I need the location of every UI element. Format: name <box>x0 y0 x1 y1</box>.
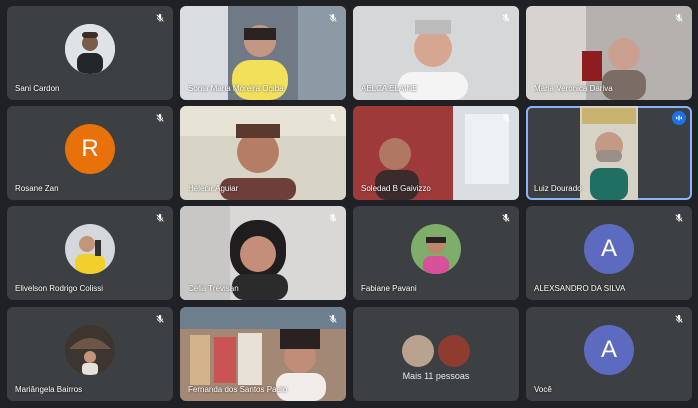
participant-tile-sani-cardon[interactable]: Sani Cardon <box>7 6 173 100</box>
participant-tile-rosane-zan[interactable]: R Rosane Zan <box>7 106 173 200</box>
participant-tile-helenir-aguiar[interactable]: Helenir Aguiar <box>180 106 346 200</box>
participant-name: Mariângela Bairros <box>15 385 83 394</box>
participant-name: Luiz Dourado <box>534 184 582 193</box>
avatar: R <box>65 124 115 175</box>
participant-name: Rosane Zan <box>15 184 59 193</box>
participant-name: Fabiane Pavani <box>361 284 417 293</box>
mic-off-icon <box>499 11 513 25</box>
mic-off-icon <box>672 312 686 326</box>
mic-off-icon <box>153 111 167 125</box>
participant-tile-elivelson-rodrigo-colissi[interactable]: Elivelson Rodrigo Colissi <box>7 206 173 300</box>
mic-off-icon <box>672 11 686 25</box>
avatar <box>438 335 470 368</box>
more-participants-avatars <box>402 335 470 368</box>
participant-tile-maria-veronica-dariva[interactable]: Maria Veronica Dariva <box>526 6 692 100</box>
participant-name: Celia Trevisan <box>188 284 239 293</box>
avatar: A <box>584 224 634 275</box>
mic-off-icon <box>499 211 513 225</box>
participant-tile-luiz-dourado[interactable]: Luiz Dourado <box>526 106 692 200</box>
avatar <box>65 325 115 376</box>
participant-name: AELCA ELAINE <box>361 84 418 93</box>
participant-name: Fernanda dos Santos Paulo <box>188 385 288 394</box>
mic-off-icon <box>499 111 513 125</box>
mic-off-icon <box>153 211 167 225</box>
participant-tile-mariangela-bairros[interactable]: Mariângela Bairros <box>7 307 173 401</box>
mic-off-icon <box>153 312 167 326</box>
avatar: A <box>584 325 634 376</box>
participant-tile-soledad-b-gaivizzo[interactable]: Soledad B Gaivizzo <box>353 106 519 200</box>
mic-off-icon <box>326 11 340 25</box>
mic-off-icon <box>326 312 340 326</box>
participant-name: Você <box>534 385 552 394</box>
mic-off-icon <box>153 11 167 25</box>
avatar <box>65 24 115 75</box>
participant-name: Elivelson Rodrigo Colissi <box>15 284 104 293</box>
participant-tile-celia-trevisan[interactable]: Celia Trevisan <box>180 206 346 300</box>
more-participants-tile[interactable]: Mais 11 pessoas <box>353 307 519 401</box>
participant-tile-fernanda-dos-santos-paulo[interactable]: Fernanda dos Santos Paulo <box>180 307 346 401</box>
mic-off-icon <box>672 211 686 225</box>
participant-name: Soledad B Gaivizzo <box>361 184 431 193</box>
avatar <box>411 224 461 275</box>
more-participants-label: Mais 11 pessoas <box>402 371 470 381</box>
avatar <box>402 335 434 368</box>
participant-name: ALEXSANDRO DA SILVA <box>534 284 626 293</box>
participant-name: Sonia Maria Moreira Ogiba <box>188 84 284 93</box>
participant-tile-you[interactable]: A Você <box>526 307 692 401</box>
avatar <box>65 224 115 275</box>
participant-tile-aelca-elaine[interactable]: AELCA ELAINE <box>353 6 519 100</box>
mic-off-icon <box>326 211 340 225</box>
participant-tile-alexsandro-da-silva[interactable]: A ALEXSANDRO DA SILVA <box>526 206 692 300</box>
mic-off-icon <box>326 111 340 125</box>
participant-tile-sonia-maria-moreira-ogiba[interactable]: Sonia Maria Moreira Ogiba <box>180 6 346 100</box>
participant-name: Sani Cardon <box>15 84 60 93</box>
speaking-indicator-icon <box>672 111 686 125</box>
participant-tile-fabiane-pavani[interactable]: Fabiane Pavani <box>353 206 519 300</box>
participant-name: Maria Veronica Dariva <box>534 84 613 93</box>
participant-name: Helenir Aguiar <box>188 184 239 193</box>
